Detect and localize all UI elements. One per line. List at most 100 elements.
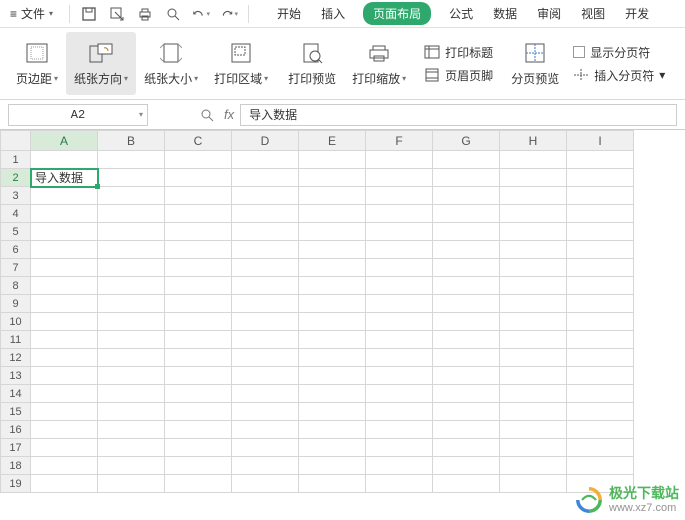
cell-E13[interactable] xyxy=(299,367,366,385)
cell-G8[interactable] xyxy=(433,277,500,295)
tab-3[interactable]: 公式 xyxy=(447,1,475,26)
print-icon[interactable] xyxy=(136,5,154,23)
cell-D1[interactable] xyxy=(232,151,299,169)
cell-G4[interactable] xyxy=(433,205,500,223)
cell-I17[interactable] xyxy=(567,439,634,457)
col-header-F[interactable]: F xyxy=(366,131,433,151)
row-header-13[interactable]: 13 xyxy=(1,367,31,385)
cell-A2[interactable]: 导入数据 xyxy=(31,169,98,187)
cell-C18[interactable] xyxy=(165,457,232,475)
cell-I15[interactable] xyxy=(567,403,634,421)
cell-F16[interactable] xyxy=(366,421,433,439)
cell-E4[interactable] xyxy=(299,205,366,223)
tab-5[interactable]: 审阅 xyxy=(535,1,563,26)
col-header-C[interactable]: C xyxy=(165,131,232,151)
cell-F10[interactable] xyxy=(366,313,433,331)
cell-F12[interactable] xyxy=(366,349,433,367)
cell-E1[interactable] xyxy=(299,151,366,169)
cell-F13[interactable] xyxy=(366,367,433,385)
cell-E5[interactable] xyxy=(299,223,366,241)
cell-F11[interactable] xyxy=(366,331,433,349)
cell-B9[interactable] xyxy=(98,295,165,313)
cell-G15[interactable] xyxy=(433,403,500,421)
header-footer-button[interactable]: 页眉页脚 xyxy=(424,67,493,84)
tab-4[interactable]: 数据 xyxy=(491,1,519,26)
cell-C3[interactable] xyxy=(165,187,232,205)
cell-B15[interactable] xyxy=(98,403,165,421)
cell-A5[interactable] xyxy=(31,223,98,241)
cell-F18[interactable] xyxy=(366,457,433,475)
col-header-A[interactable]: A xyxy=(31,131,98,151)
cell-H19[interactable] xyxy=(500,475,567,493)
tab-6[interactable]: 视图 xyxy=(579,1,607,26)
cell-A10[interactable] xyxy=(31,313,98,331)
cell-F9[interactable] xyxy=(366,295,433,313)
cell-E6[interactable] xyxy=(299,241,366,259)
fx-search-icon[interactable] xyxy=(198,106,216,124)
row-header-16[interactable]: 16 xyxy=(1,421,31,439)
cell-B6[interactable] xyxy=(98,241,165,259)
cell-B18[interactable] xyxy=(98,457,165,475)
cell-G17[interactable] xyxy=(433,439,500,457)
print-scale-button[interactable]: 打印缩放▾ xyxy=(344,32,414,95)
cell-H11[interactable] xyxy=(500,331,567,349)
cell-A9[interactable] xyxy=(31,295,98,313)
cell-B17[interactable] xyxy=(98,439,165,457)
cell-A8[interactable] xyxy=(31,277,98,295)
cell-B13[interactable] xyxy=(98,367,165,385)
cell-A7[interactable] xyxy=(31,259,98,277)
cell-I6[interactable] xyxy=(567,241,634,259)
cell-B11[interactable] xyxy=(98,331,165,349)
cell-A1[interactable] xyxy=(31,151,98,169)
cell-H2[interactable] xyxy=(500,169,567,187)
cell-F6[interactable] xyxy=(366,241,433,259)
cell-G2[interactable] xyxy=(433,169,500,187)
select-all-corner[interactable] xyxy=(1,131,31,151)
undo-icon[interactable]: ▾ xyxy=(192,5,210,23)
cell-A3[interactable] xyxy=(31,187,98,205)
cell-D10[interactable] xyxy=(232,313,299,331)
cell-B19[interactable] xyxy=(98,475,165,493)
theme-button[interactable]: 主 xyxy=(675,32,685,95)
cell-I4[interactable] xyxy=(567,205,634,223)
cell-B12[interactable] xyxy=(98,349,165,367)
cell-F2[interactable] xyxy=(366,169,433,187)
cell-H12[interactable] xyxy=(500,349,567,367)
cell-E9[interactable] xyxy=(299,295,366,313)
cell-A4[interactable] xyxy=(31,205,98,223)
cell-D4[interactable] xyxy=(232,205,299,223)
cell-G3[interactable] xyxy=(433,187,500,205)
cell-I16[interactable] xyxy=(567,421,634,439)
cell-I1[interactable] xyxy=(567,151,634,169)
cell-G6[interactable] xyxy=(433,241,500,259)
cell-H9[interactable] xyxy=(500,295,567,313)
cell-G16[interactable] xyxy=(433,421,500,439)
cell-D9[interactable] xyxy=(232,295,299,313)
spreadsheet-grid[interactable]: ABCDEFGHI12导入数据3456789101112131415161718… xyxy=(0,130,685,518)
cell-E3[interactable] xyxy=(299,187,366,205)
cell-G11[interactable] xyxy=(433,331,500,349)
page-break-preview-button[interactable]: 分页预览 xyxy=(503,32,567,95)
cell-H13[interactable] xyxy=(500,367,567,385)
cell-D13[interactable] xyxy=(232,367,299,385)
cell-D18[interactable] xyxy=(232,457,299,475)
cell-B5[interactable] xyxy=(98,223,165,241)
cell-H10[interactable] xyxy=(500,313,567,331)
cell-F8[interactable] xyxy=(366,277,433,295)
cell-F14[interactable] xyxy=(366,385,433,403)
cell-A19[interactable] xyxy=(31,475,98,493)
cell-C12[interactable] xyxy=(165,349,232,367)
row-header-6[interactable]: 6 xyxy=(1,241,31,259)
row-header-1[interactable]: 1 xyxy=(1,151,31,169)
cell-G19[interactable] xyxy=(433,475,500,493)
cell-B4[interactable] xyxy=(98,205,165,223)
cell-B16[interactable] xyxy=(98,421,165,439)
tab-2[interactable]: 页面布局 xyxy=(363,2,431,25)
col-header-H[interactable]: H xyxy=(500,131,567,151)
cell-C1[interactable] xyxy=(165,151,232,169)
cell-H1[interactable] xyxy=(500,151,567,169)
show-page-break-checkbox[interactable]: 显示分页符 xyxy=(573,44,665,61)
cell-F19[interactable] xyxy=(366,475,433,493)
cell-C17[interactable] xyxy=(165,439,232,457)
cell-B2[interactable] xyxy=(98,169,165,187)
